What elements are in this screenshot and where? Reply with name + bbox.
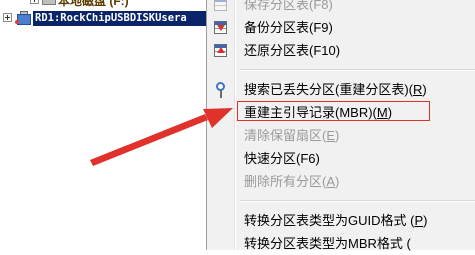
- menu-item-convert-to-mbr[interactable]: 转换分区表类型为MBR格式 (: [207, 233, 475, 255]
- backup-table-icon: [213, 20, 229, 36]
- expand-icon[interactable]: [30, 0, 39, 4]
- disk-tree-pane: 本地磁盘 (F:) RD1:RockChipUSBDISKUsera: [0, 0, 207, 244]
- usb-disk-icon: [15, 11, 31, 25]
- tree-row-usb-device[interactable]: RD1:RockChipUSBDISKUsera: [0, 10, 207, 28]
- menu-separator: [240, 69, 475, 71]
- tree-item-label: 本地磁盘 (F:): [58, 0, 129, 8]
- tree-row-local-disk-f[interactable]: 本地磁盘 (F:): [0, 0, 205, 10]
- menu-item-search-lost-partitions[interactable]: 搜索已丢失分区(重建分区表)(R): [207, 79, 475, 101]
- menu-item-clear-reserved-sectors[interactable]: 清除保留扇区(E): [207, 125, 475, 147]
- context-menu: 保存分区表(F8) 备份分区表(F9) 还原分区表(F10) 搜索已丢失分区(重…: [206, 0, 475, 251]
- menu-item-convert-to-guid[interactable]: 转换分区表类型为GUID格式 (P): [207, 210, 475, 232]
- search-pin-icon: [213, 82, 229, 98]
- restore-table-icon: [213, 43, 229, 59]
- menu-separator: [240, 200, 475, 202]
- menu-item-quick-partition[interactable]: 快速分区(F6): [207, 148, 475, 170]
- menu-item-delete-all-partitions[interactable]: 删除所有分区(A): [207, 171, 475, 193]
- menu-item-save-partition-table[interactable]: 保存分区表(F8): [207, 0, 475, 16]
- annotation-highlight-box: [237, 101, 430, 121]
- menu-item-restore-partition-table[interactable]: 还原分区表(F10): [207, 40, 475, 62]
- hard-drive-icon: [42, 0, 56, 5]
- save-table-icon: [213, 0, 229, 13]
- menu-item-backup-partition-table[interactable]: 备份分区表(F9): [207, 17, 475, 39]
- selected-device-label: RD1:RockChipUSBDISKUsera: [33, 11, 207, 26]
- expand-icon[interactable]: [3, 13, 12, 22]
